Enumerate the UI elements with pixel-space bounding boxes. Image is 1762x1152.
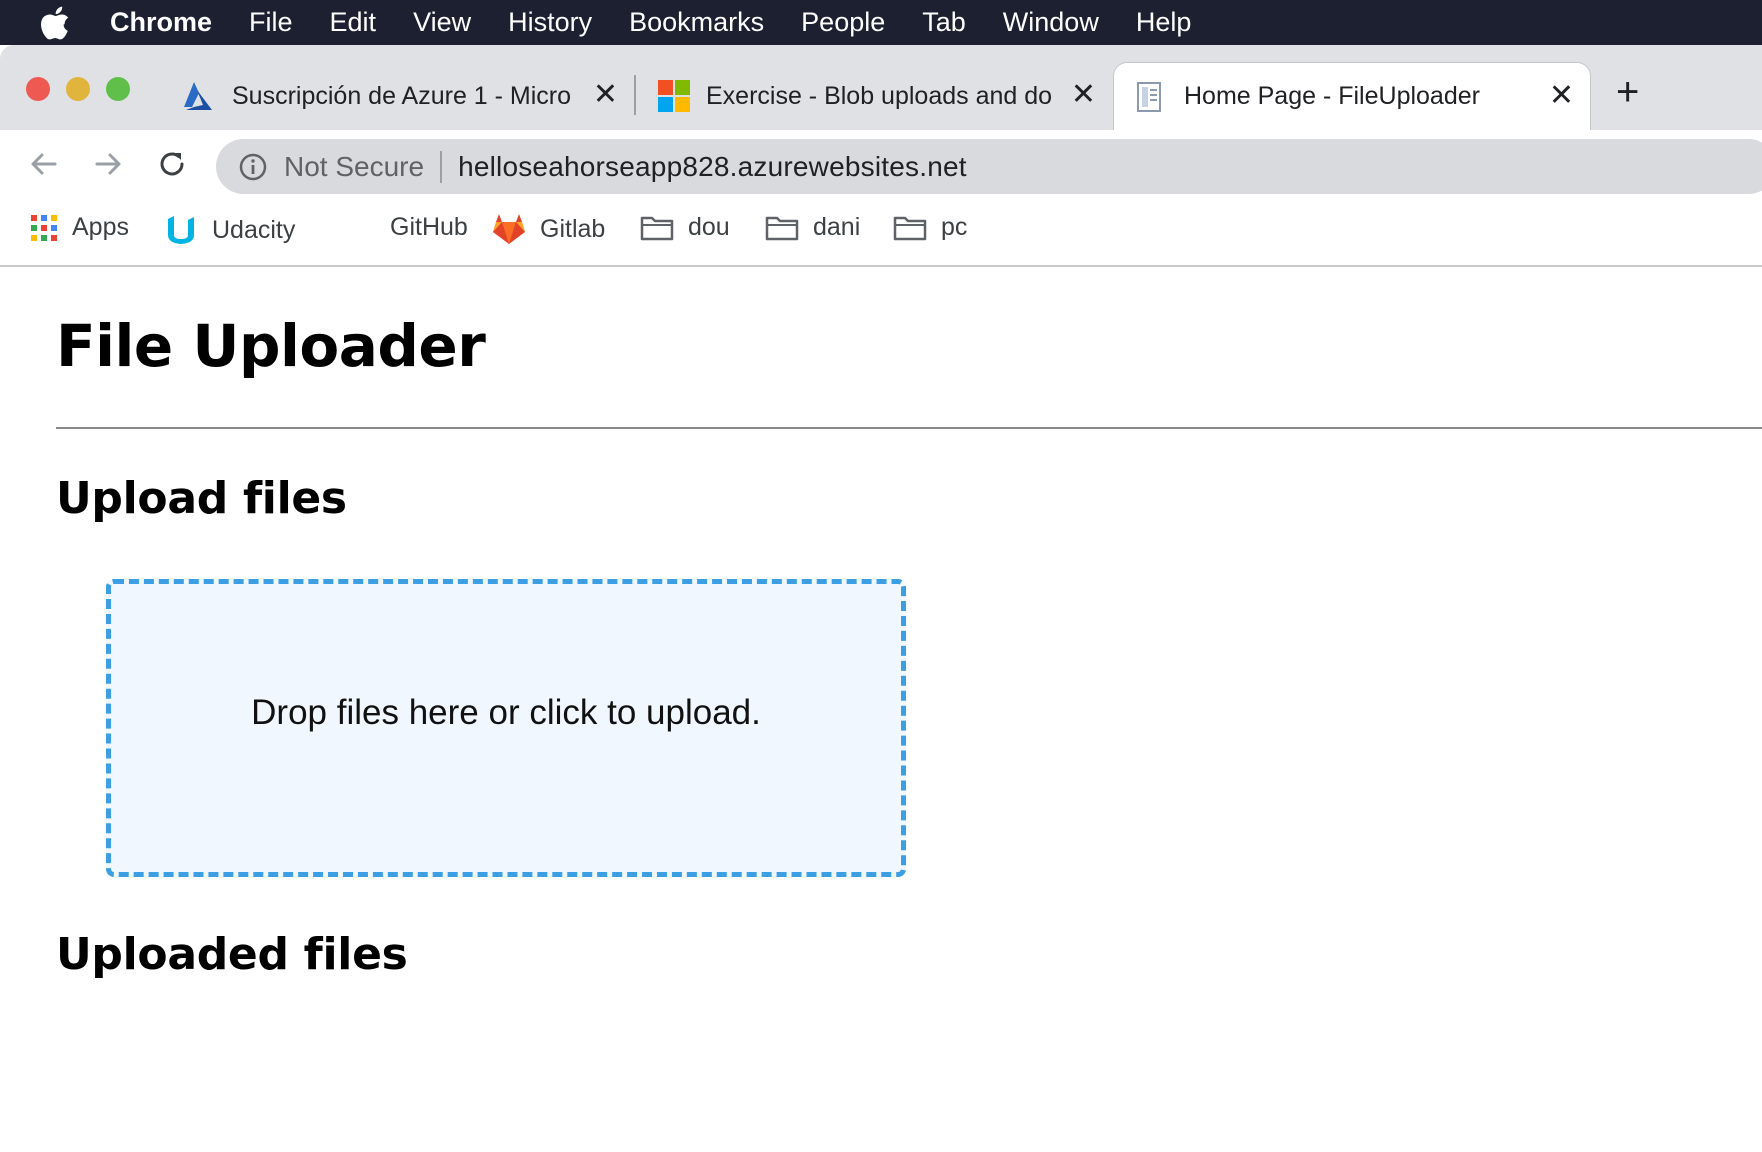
microsoft-icon [658,80,690,112]
bookmark-folder-dani[interactable]: dani [765,213,860,242]
back-button[interactable] [24,144,64,184]
menu-chrome[interactable]: Chrome [110,7,212,38]
close-window-button[interactable] [26,77,50,101]
zoom-window-button[interactable] [106,77,130,101]
title-divider [56,427,1762,429]
apps-grid-icon [31,214,57,241]
not-secure-label[interactable]: Not Secure [284,151,424,183]
upload-files-heading: Upload files [56,473,347,524]
apple-logo-icon[interactable] [0,6,110,40]
file-dropzone[interactable]: Drop files here or click to upload. [106,579,906,877]
new-tab-button[interactable]: + [1616,72,1639,112]
document-icon [1136,81,1166,113]
bookmark-folder-pc[interactable]: pc [893,213,967,242]
bookmark-label: Gitlab [540,214,606,243]
window-controls [26,77,146,101]
bookmark-udacity[interactable]: Udacity [164,213,295,247]
menu-file[interactable]: File [249,7,293,38]
browser-toolbar: Not Secure helloseahorseapp828.azurewebs… [0,130,1762,201]
page-content: File Uploader Upload files Drop files he… [0,268,1762,1152]
menu-window[interactable]: Window [1003,7,1099,38]
bookmark-apps[interactable]: Apps [30,213,129,242]
arrow-right-icon [95,153,121,175]
folder-icon [893,216,927,240]
folder-icon [765,216,799,240]
macos-menu-bar: Chrome File Edit View History Bookmarks … [0,0,1762,45]
dropzone-message: Drop files here or click to upload. [251,693,761,732]
tab-azure-subscription[interactable]: Suscripción de Azure 1 - Micro ✕ [170,62,630,130]
menu-history[interactable]: History [508,7,592,38]
folder-icon [640,216,674,240]
menu-tab[interactable]: Tab [922,7,966,38]
uploaded-files-heading: Uploaded files [56,929,408,980]
tab-strip: Suscripción de Azure 1 - Micro ✕ Exercis… [0,45,1762,130]
close-tab-icon[interactable]: ✕ [1549,81,1574,111]
tab-divider [634,75,636,115]
forward-button[interactable] [88,144,128,184]
bookmark-folder-dou[interactable]: dou [640,213,730,242]
bookmark-label: pc [941,213,968,241]
bookmark-github[interactable]: GitHub [352,213,468,242]
tab-title: Exercise - Blob uploads and do [706,81,1053,110]
reload-icon [160,152,184,176]
omnibox-divider [440,150,443,183]
url-text[interactable]: helloseahorseapp828.azurewebsites.net [458,151,967,183]
menu-edit[interactable]: Edit [330,7,377,38]
bookmark-label: GitHub [390,213,468,241]
page-title: File Uploader [56,312,486,380]
close-tab-icon[interactable]: ✕ [1071,80,1096,110]
github-icon [352,214,380,242]
menu-help[interactable]: Help [1136,7,1192,38]
menu-bookmarks[interactable]: Bookmarks [629,7,764,38]
bookmark-label: dani [813,213,861,241]
reload-button[interactable] [152,144,192,184]
tab-home-page-fileuploader[interactable]: Home Page - FileUploader ✕ [1113,62,1591,130]
bookmark-gitlab[interactable]: Gitlab [492,213,605,245]
minimize-window-button[interactable] [66,77,90,101]
close-tab-icon[interactable]: ✕ [593,80,618,110]
bookmark-label: dou [688,213,730,241]
bookmarks-bar: Apps Udacity GitHub Gitlab dou dani pc [0,201,1762,267]
tab-title: Home Page - FileUploader [1184,82,1480,110]
address-bar[interactable]: Not Secure helloseahorseapp828.azurewebs… [216,139,1762,194]
tab-blob-exercise[interactable]: Exercise - Blob uploads and do ✕ [648,62,1108,130]
info-icon[interactable] [238,152,268,182]
arrow-left-icon [31,153,57,175]
menu-view[interactable]: View [413,7,471,38]
udacity-icon [168,216,194,244]
bookmark-label: Apps [72,213,129,241]
azure-icon [180,81,214,111]
bookmark-label: Udacity [212,215,296,244]
gitlab-icon [493,214,525,244]
menu-people[interactable]: People [801,7,885,38]
tab-title: Suscripción de Azure 1 - Micro [232,81,572,110]
